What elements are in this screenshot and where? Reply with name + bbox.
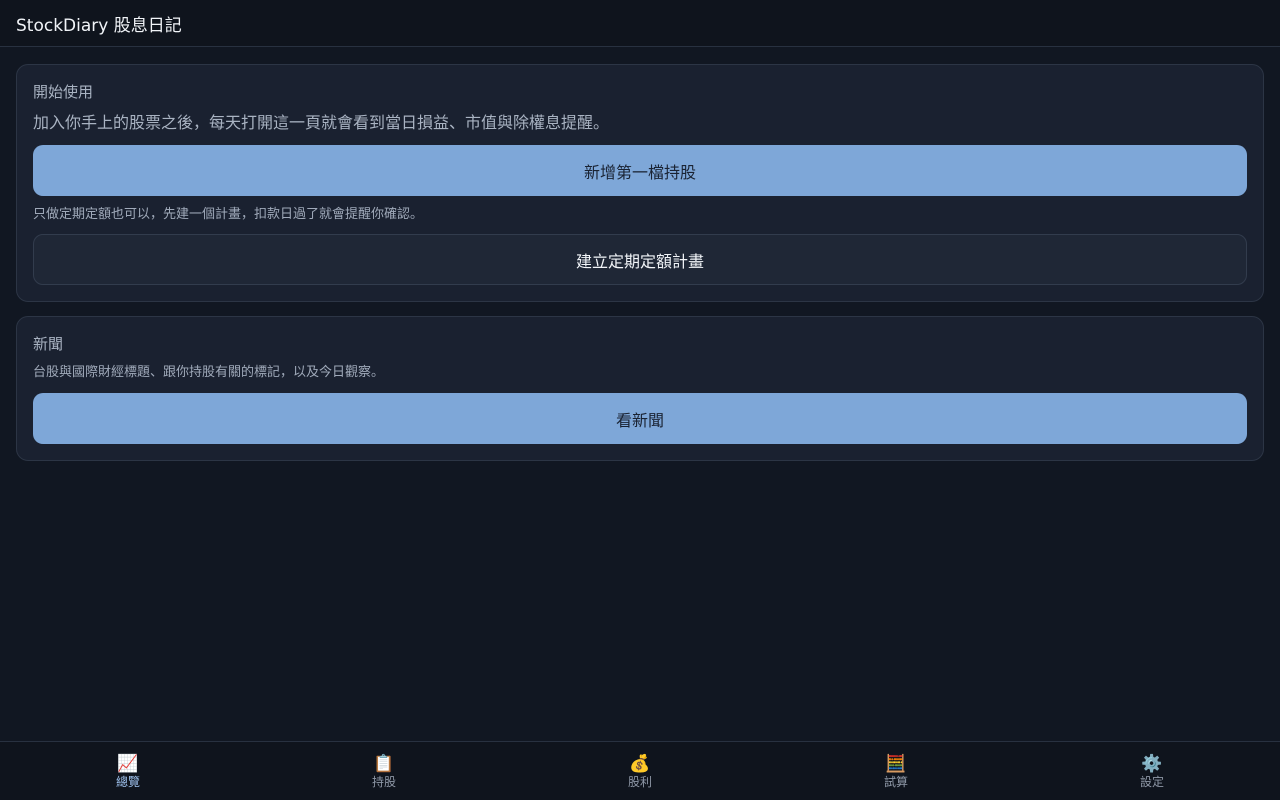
money-bag-icon: 💰 [629, 754, 651, 774]
create-dca-plan-button[interactable]: 建立定期定額計畫 [33, 234, 1247, 285]
dca-hint-text: 只做定期定額也可以，先建一個計畫，扣款日過了就會提醒你確認。 [33, 207, 424, 222]
nav-item-label: 試算 [883, 775, 908, 789]
nav-item-dividends[interactable]: 💰 股利 [512, 742, 768, 800]
getting-started-title: 開始使用 [33, 83, 94, 101]
clipboard-icon: 📋 [373, 754, 395, 774]
nav-item-settings[interactable]: ⚙️ 設定 [1024, 742, 1280, 800]
chart-increasing-icon: 📈 [117, 754, 139, 774]
gear-icon: ⚙️ [1141, 754, 1163, 774]
news-card: 新聞 台股與國際財經標題、跟你持股有關的標記，以及今日觀察。 看新聞 [16, 316, 1264, 461]
getting-started-lead: 加入你手上的股票之後，每天打開這一頁就會看到當日損益、市值與除權息提醒。 [33, 113, 610, 132]
abacus-icon: 🧮 [885, 754, 907, 774]
top-bar: StockDiary 股息日記 [0, 0, 1280, 47]
nav-item-label: 股利 [627, 775, 652, 789]
add-first-holding-button[interactable]: 新增第一檔持股 [33, 145, 1247, 196]
app-title: StockDiary 股息日記 [16, 15, 182, 36]
nav-item-label: 設定 [1139, 775, 1164, 789]
news-title: 新聞 [33, 335, 64, 353]
getting-started-card: 開始使用 加入你手上的股票之後，每天打開這一頁就會看到當日損益、市值與除權息提醒… [16, 64, 1264, 302]
nav-item-label: 持股 [371, 775, 396, 789]
nav-item-label: 總覽 [115, 775, 140, 789]
main-content: 開始使用 加入你手上的股票之後，每天打開這一頁就會看到當日損益、市值與除權息提醒… [16, 64, 1264, 475]
view-news-button[interactable]: 看新聞 [33, 393, 1247, 444]
bottom-nav: 📈 總覽 📋 持股 💰 股利 🧮 試算 ⚙️ 設定 [0, 741, 1280, 800]
nav-item-holdings[interactable]: 📋 持股 [256, 742, 512, 800]
app-root: StockDiary 股息日記 開始使用 加入你手上的股票之後，每天打開這一頁就… [0, 0, 1280, 800]
news-description: 台股與國際財經標題、跟你持股有關的標記，以及今日觀察。 [33, 365, 385, 380]
nav-item-overview[interactable]: 📈 總覽 [0, 742, 256, 800]
nav-item-calculator[interactable]: 🧮 試算 [768, 742, 1024, 800]
